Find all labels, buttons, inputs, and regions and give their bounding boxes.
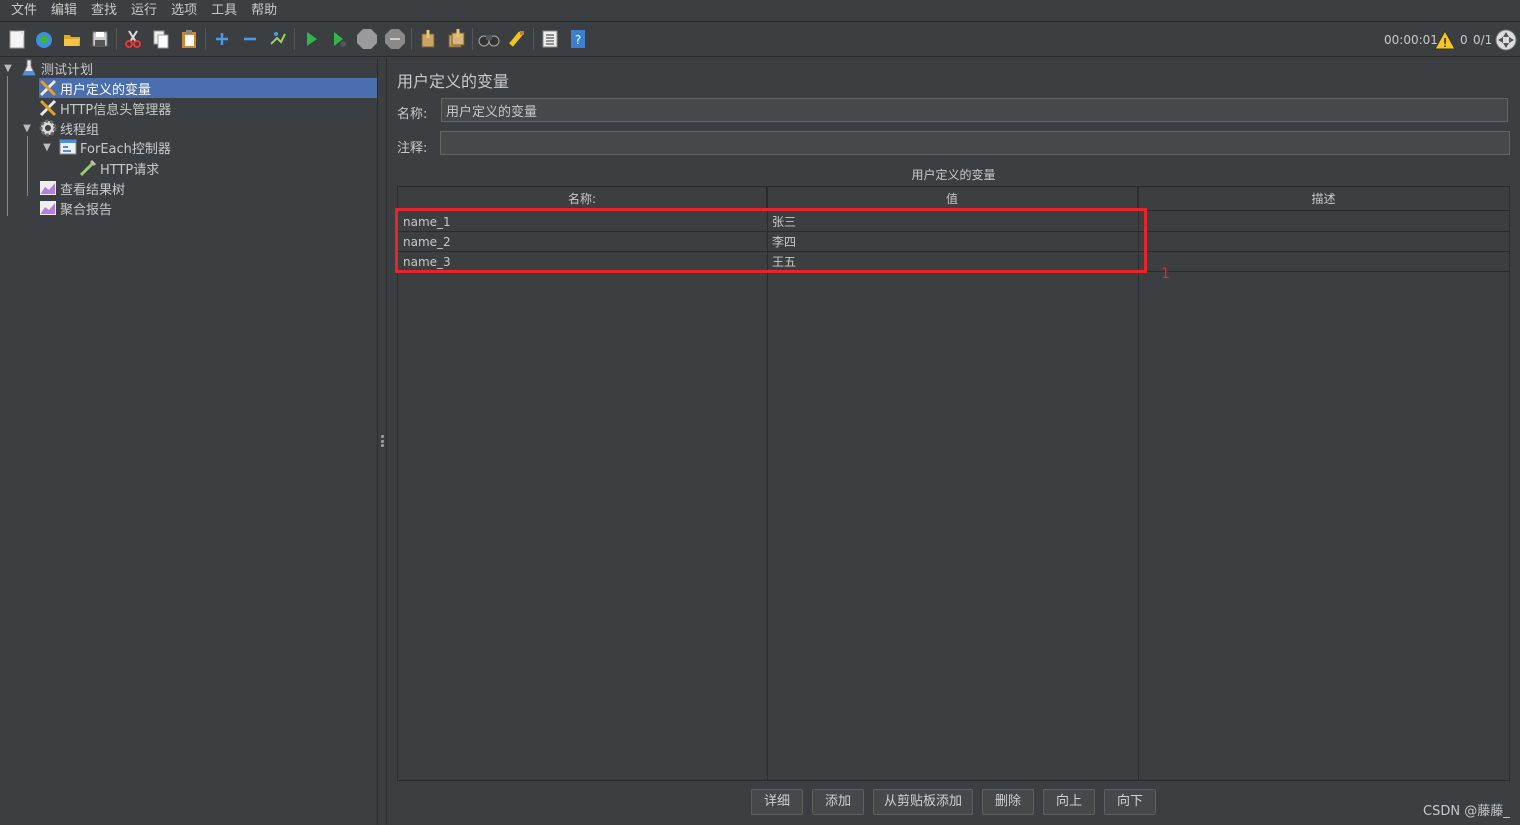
name-field[interactable]: [441, 98, 1508, 122]
shutdown-icon[interactable]: [383, 27, 407, 51]
graph-icon: [39, 179, 57, 197]
variables-table: 名称: 值 描述 name_1 张三 name_2 李四 name_3 王五: [397, 186, 1510, 781]
search-icon[interactable]: [477, 27, 501, 51]
wrench-icon: [39, 79, 57, 97]
variable-name-cell[interactable]: name_1: [398, 212, 767, 232]
variable-description-cell[interactable]: [1138, 232, 1509, 252]
start-icon[interactable]: [299, 27, 323, 51]
controller-icon: [59, 138, 77, 156]
comment-field[interactable]: [440, 131, 1510, 155]
variable-description-cell[interactable]: [1138, 212, 1509, 232]
menu-options[interactable]: 选项: [164, 0, 204, 22]
tree-item-label: 线程组: [60, 122, 100, 138]
warning-icon[interactable]: !: [1434, 22, 1456, 57]
variables-panel: 用户定义的变量 名称: 注释: 用户定义的变量 名称: 值 描述 name_1 …: [388, 58, 1520, 825]
toolbar: ? 00:00:01 ! 0 0/1: [0, 22, 1520, 57]
menu-tools[interactable]: 工具: [204, 0, 244, 22]
tree-item-test-plan[interactable]: 测试计划: [20, 58, 377, 78]
toggle-icon[interactable]: [266, 27, 290, 51]
tree-item-label: 查看结果树: [60, 182, 126, 198]
tree-item-http-request[interactable]: HTTP请求: [79, 158, 377, 178]
tree-item-label: HTTP信息头管理器: [60, 102, 172, 118]
table-row[interactable]: name_1 张三: [398, 212, 1509, 232]
tree-item-foreach-controller[interactable]: ForEach控制器: [59, 137, 377, 157]
variable-description-cell[interactable]: [1138, 252, 1509, 272]
svg-text:?: ?: [575, 33, 581, 47]
paste-icon[interactable]: [177, 27, 201, 51]
test-plan-tree: ▼ 测试计划 用户定义的变量 HTTP信息头管理器 ▼ 线程组 ▼ ForEac…: [0, 58, 378, 825]
new-icon[interactable]: [5, 27, 29, 51]
move-down-button[interactable]: 向下: [1104, 789, 1156, 815]
comment-label: 注释:: [397, 141, 428, 156]
clear-icon[interactable]: [416, 27, 440, 51]
elapsed-time: 00:00:01: [1384, 32, 1438, 47]
chevron-down-icon[interactable]: ▼: [2, 62, 14, 74]
open-icon[interactable]: [60, 27, 84, 51]
copy-icon[interactable]: [149, 27, 173, 51]
variable-name-cell[interactable]: name_3: [398, 252, 767, 272]
tree-item-label: 用户定义的变量: [60, 82, 152, 98]
thread-count: 0/1: [1473, 32, 1493, 47]
delete-button[interactable]: 删除: [982, 789, 1034, 815]
svg-text:!: !: [1443, 36, 1448, 50]
variable-value-cell[interactable]: 王五: [767, 252, 1138, 272]
split-pane-divider[interactable]: [378, 58, 387, 825]
flask-icon: [20, 59, 38, 77]
remote-icon[interactable]: [1495, 22, 1517, 57]
variable-value-cell[interactable]: 张三: [767, 212, 1138, 232]
cut-icon[interactable]: [121, 27, 145, 51]
add-button[interactable]: 添加: [812, 789, 864, 815]
watermark: CSDN @藤藤_: [1423, 804, 1510, 819]
tree-item-aggregate-report[interactable]: 聚合报告: [39, 198, 377, 218]
start-no-pause-icon[interactable]: [327, 27, 351, 51]
pipette-icon: [79, 159, 97, 177]
menu-help[interactable]: 帮助: [244, 0, 284, 22]
tree-item-label: HTTP请求: [100, 162, 160, 178]
tree-item-http-header-manager[interactable]: HTTP信息头管理器: [39, 98, 377, 118]
reset-search-icon[interactable]: [505, 27, 529, 51]
chevron-down-icon[interactable]: ▼: [41, 141, 53, 153]
templates-icon[interactable]: [32, 27, 56, 51]
save-icon[interactable]: [88, 27, 112, 51]
column-header-name[interactable]: 名称:: [398, 187, 767, 211]
table-row[interactable]: name_3 王五: [398, 252, 1509, 272]
tree-item-label: ForEach控制器: [80, 141, 171, 157]
chevron-down-icon[interactable]: ▼: [21, 122, 33, 134]
graph-icon: [39, 199, 57, 217]
tree-item-label: 聚合报告: [60, 202, 113, 218]
variable-value-cell[interactable]: 李四: [767, 232, 1138, 252]
gear-icon: [39, 119, 57, 137]
table-button-row: 详细 添加 从剪贴板添加 删除 向上 向下: [388, 789, 1520, 815]
help-icon[interactable]: ?: [566, 27, 590, 51]
variable-name-cell[interactable]: name_2: [398, 232, 767, 252]
move-up-button[interactable]: 向上: [1043, 789, 1095, 815]
function-helper-icon[interactable]: [538, 27, 562, 51]
stop-icon[interactable]: [355, 27, 379, 51]
menu-run[interactable]: 运行: [124, 0, 164, 22]
menu-search[interactable]: 查找: [84, 0, 124, 22]
detail-button[interactable]: 详细: [751, 789, 803, 815]
menu-edit[interactable]: 编辑: [44, 0, 84, 22]
tree-item-thread-group[interactable]: 线程组: [39, 118, 377, 138]
annotation-number: 1: [1161, 266, 1170, 282]
menu-file[interactable]: 文件: [4, 0, 44, 22]
collapse-icon[interactable]: [238, 27, 262, 51]
wrench-icon: [39, 99, 57, 117]
clear-all-icon[interactable]: [444, 27, 468, 51]
tree-item-view-results-tree[interactable]: 查看结果树: [39, 178, 377, 198]
column-header-description[interactable]: 描述: [1138, 187, 1509, 211]
column-header-value[interactable]: 值: [767, 187, 1138, 211]
warning-count: 0: [1460, 32, 1468, 47]
expand-icon[interactable]: [210, 27, 234, 51]
page-title: 用户定义的变量: [397, 72, 510, 91]
table-caption: 用户定义的变量: [911, 168, 996, 182]
add-from-clipboard-button[interactable]: 从剪贴板添加: [873, 789, 973, 815]
drag-handle-icon[interactable]: [381, 435, 384, 447]
menu-bar: 文件 编辑 查找 运行 选项 工具 帮助: [0, 0, 1520, 22]
table-row[interactable]: name_2 李四: [398, 232, 1509, 252]
tree-item-user-defined-variables[interactable]: 用户定义的变量: [39, 78, 377, 98]
name-label: 名称:: [397, 107, 428, 122]
tree-item-label: 测试计划: [41, 62, 94, 78]
